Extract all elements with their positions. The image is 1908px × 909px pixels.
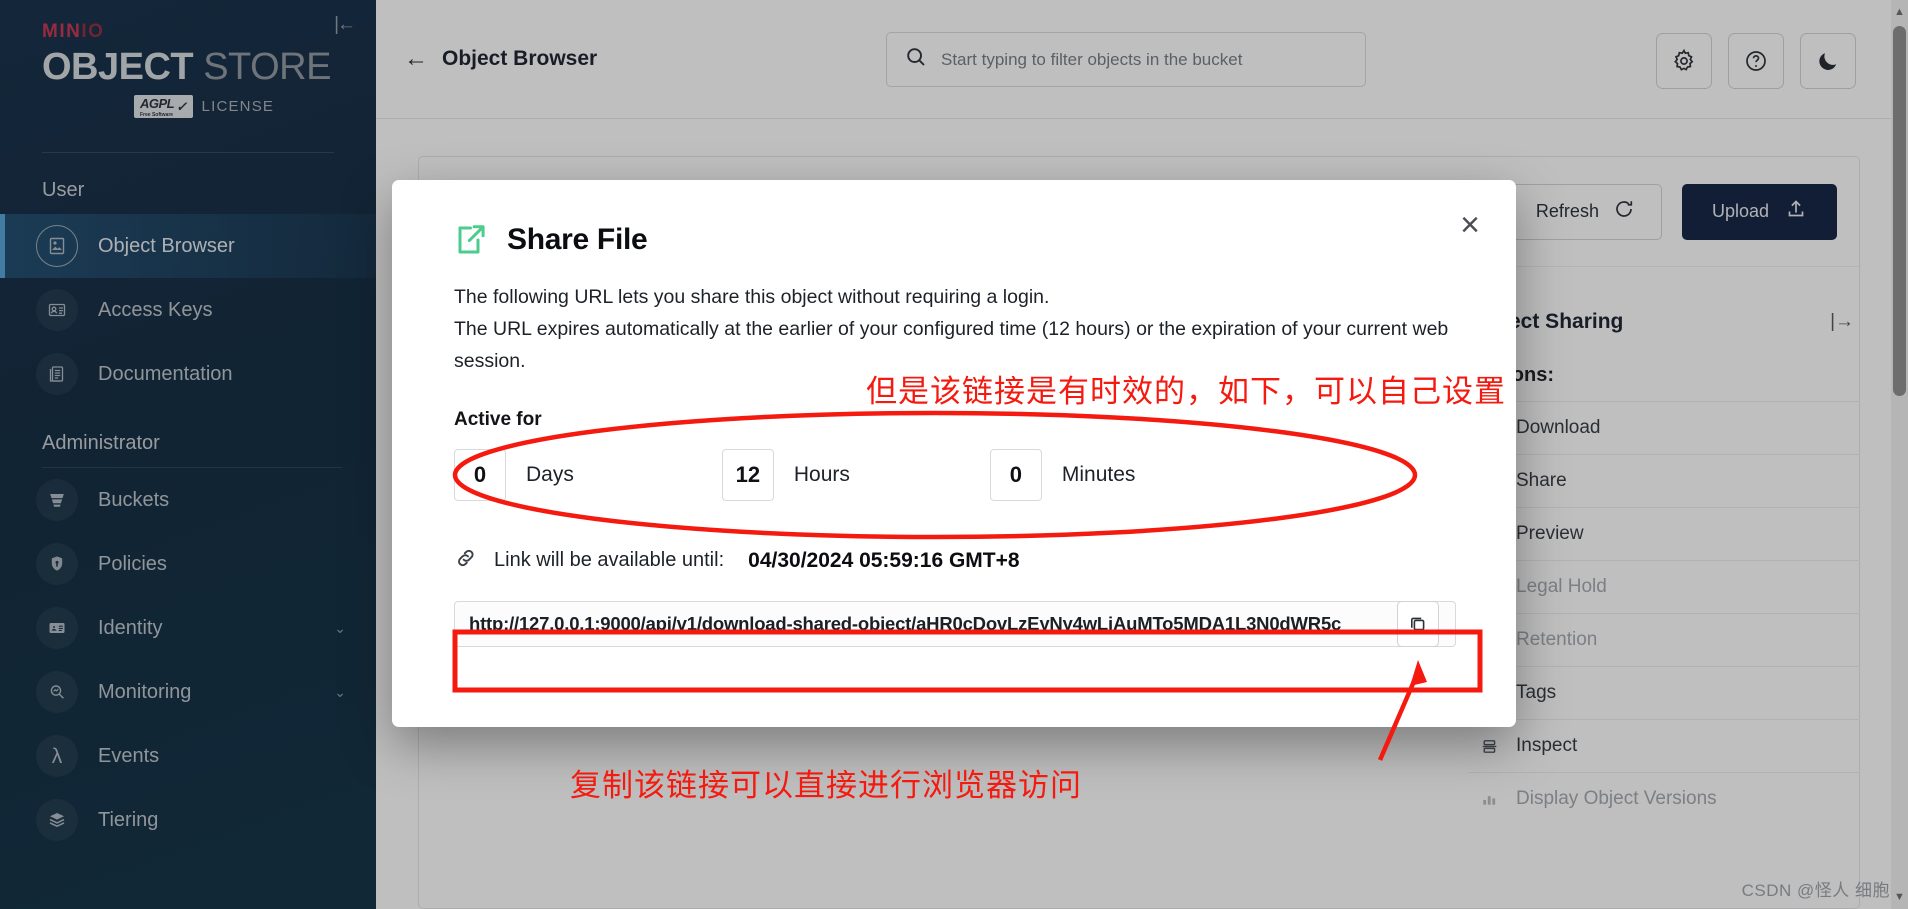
copy-icon[interactable] — [1397, 601, 1439, 648]
minutes-input[interactable]: 0 — [989, 449, 1042, 502]
days-input[interactable]: 0 — [454, 449, 506, 502]
duration-minutes[interactable]: 0 Minutes — [989, 449, 1136, 502]
minutes-label: Minutes — [1061, 463, 1136, 487]
share-file-icon — [454, 222, 490, 258]
duration-hours[interactable]: 12 Hours — [721, 449, 850, 502]
dialog-title: Share File — [507, 223, 648, 256]
share-url-text: http://127.0.0.1:9000/api/v1/download-sh… — [469, 613, 1342, 635]
share-url-field[interactable]: http://127.0.0.1:9000/api/v1/download-sh… — [454, 601, 1456, 648]
link-expiry-row: Link will be available until: 04/30/2024… — [454, 546, 1461, 575]
dialog-description: The following URL lets you share this ob… — [454, 282, 1449, 377]
dialog-description-line1: The following URL lets you share this ob… — [454, 286, 1050, 308]
link-expiry-value: 04/30/2024 05:59:16 GMT+8 — [748, 548, 1020, 572]
hours-label: Hours — [793, 463, 850, 487]
annotation-top-text: 但是该链接是有时效的，如下，可以自己设置 — [866, 374, 1506, 410]
annotation-bottom-text: 复制该链接可以直接进行浏览器访问 — [570, 768, 1082, 804]
duration-row: 0 Days 12 Hours 0 Minutes — [454, 449, 1461, 502]
days-label: Days — [526, 463, 574, 487]
link-icon — [454, 546, 478, 575]
close-icon[interactable]: × — [1460, 208, 1480, 242]
link-expiry-label: Link will be available until: — [494, 549, 725, 572]
active-for-label: Active for — [454, 409, 542, 431]
share-url-row: http://127.0.0.1:9000/api/v1/download-sh… — [454, 601, 1461, 648]
dialog-header: Share File — [454, 222, 1461, 258]
duration-days[interactable]: 0 Days — [454, 449, 574, 502]
share-file-dialog: × Share File The following URL lets you … — [392, 180, 1516, 727]
hours-input[interactable]: 12 — [721, 449, 774, 502]
